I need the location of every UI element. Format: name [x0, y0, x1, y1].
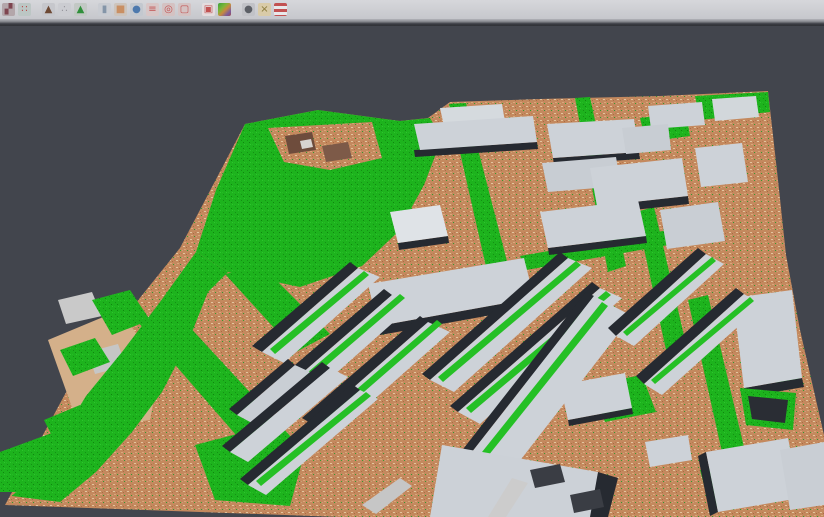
globe-icon[interactable]: ● [130, 3, 143, 16]
red-layers-icon[interactable]: ≡ [146, 3, 159, 16]
building-roof [660, 202, 725, 249]
building-roof [712, 96, 759, 121]
3d-viewport-canvas[interactable] [0, 26, 824, 517]
vegetation-class-icon[interactable]: ▲ [74, 3, 87, 16]
ground-surface-icon[interactable]: ■ [114, 3, 127, 16]
clip-region-icon[interactable]: ▣ [202, 3, 215, 16]
delete-cross-icon[interactable]: × [258, 3, 271, 16]
class-palette-icon[interactable] [218, 3, 231, 16]
scalar-field-icon[interactable]: ▞ [2, 3, 15, 16]
low-points-icon[interactable]: ∴ [58, 3, 71, 16]
point-cloud-scene [0, 91, 824, 517]
flag-lines-icon[interactable] [274, 3, 287, 16]
building-roof [622, 124, 671, 154]
circle-pick-icon[interactable]: ◎ [162, 3, 175, 16]
building-roof [695, 143, 748, 187]
dark-yard [748, 396, 788, 423]
ground-light-patch [58, 292, 102, 324]
rect-select-icon[interactable]: ▢ [178, 3, 191, 16]
toolbar: ▞∷▲∴▲▮■●≡◎▢▣●× [0, 0, 824, 19]
toolbar-divider [0, 19, 824, 26]
mesh-sphere-icon[interactable]: ● [242, 3, 255, 16]
classify-points-icon[interactable]: ∷ [18, 3, 31, 16]
ground-class-icon[interactable]: ▲ [42, 3, 55, 16]
profile-view-icon[interactable]: ▮ [98, 3, 111, 16]
building-roof [648, 102, 705, 129]
